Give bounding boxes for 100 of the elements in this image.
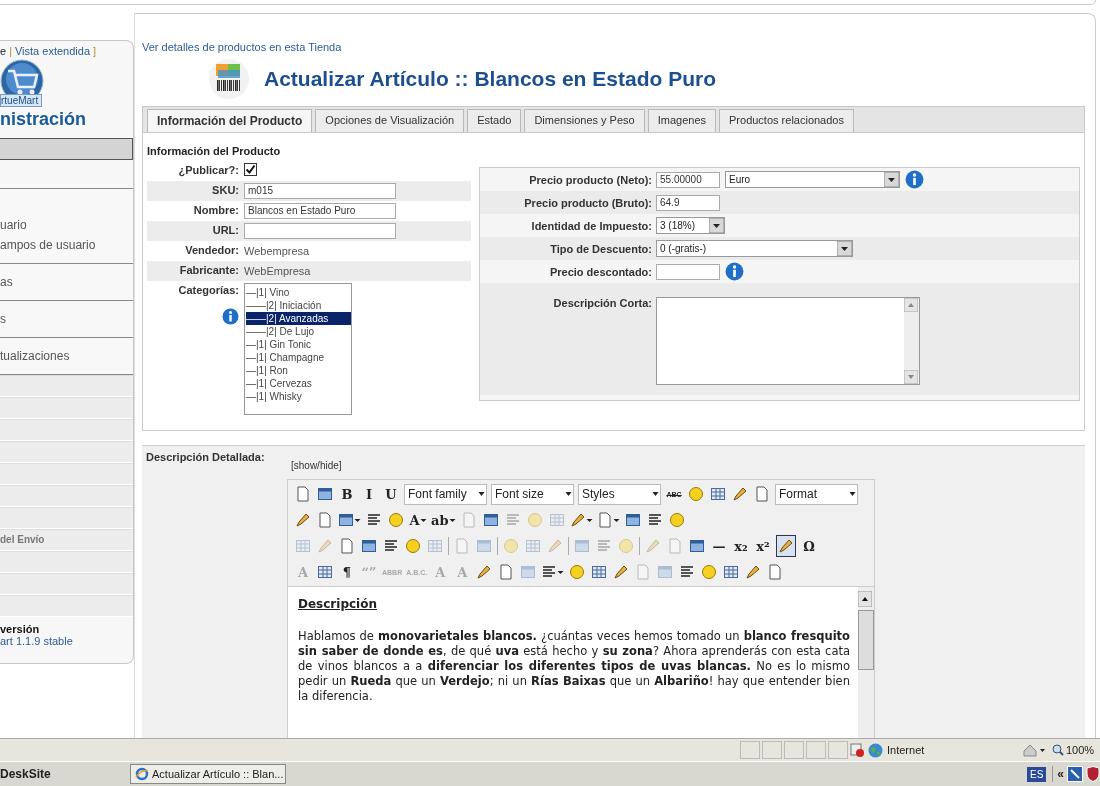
- format-button[interactable]: ¶: [338, 562, 356, 582]
- field-label: ¿Publicar?:: [178, 164, 239, 176]
- page-icon: [767, 564, 784, 580]
- shield-icon[interactable]: [1086, 766, 1100, 782]
- menu-item[interactable]: uario: [0, 215, 133, 235]
- list-option[interactable]: —|1| Champagne: [246, 351, 351, 364]
- language-indicator[interactable]: ES: [1026, 766, 1047, 782]
- lines-icon: [383, 538, 399, 554]
- start-button[interactable]: DeskSite: [0, 767, 124, 781]
- format-button[interactable]: U: [382, 484, 400, 504]
- up-arrow-icon[interactable]: [858, 591, 872, 607]
- text-field[interactable]: 64.9: [656, 194, 720, 211]
- checkbox[interactable]: [244, 163, 257, 176]
- tray-app-icon[interactable]: [1067, 766, 1083, 782]
- grid-icon: [548, 512, 565, 528]
- text-field[interactable]: Blancos en Estado Puro: [244, 203, 396, 219]
- format-button[interactable]: A: [409, 510, 427, 530]
- zoom-button[interactable]: 100%: [1052, 744, 1095, 757]
- format-button[interactable]: x₂: [732, 536, 750, 556]
- extended-view-link[interactable]: Vista extendida: [15, 45, 90, 57]
- circle-icon: [668, 512, 685, 528]
- list-option[interactable]: —|1| Gin Tonic: [246, 338, 351, 351]
- scrollbar[interactable]: [904, 298, 919, 384]
- page-icon: [754, 486, 770, 502]
- dropdown-arrow-icon[interactable]: [884, 172, 899, 187]
- lines-icon: [504, 512, 521, 528]
- list-option[interactable]: —|1| Whisky: [246, 390, 351, 403]
- format-button[interactable]: —: [710, 536, 728, 556]
- dropdown-arrow-icon[interactable]: [709, 218, 724, 233]
- text-field[interactable]: m015: [244, 183, 396, 199]
- field-label: Identidad de Impuesto:: [530, 219, 653, 232]
- menu-bar[interactable]: del Envío: [0, 529, 133, 551]
- toolbar-dropdown[interactable]: Font family: [404, 483, 487, 505]
- pencil-icon: [569, 512, 586, 528]
- menu-item[interactable]: as: [0, 272, 133, 292]
- menu-item[interactable]: tualizaciones: [0, 346, 133, 366]
- field-label: Descripción Detallada:: [146, 451, 266, 465]
- details-link[interactable]: Ver detalles de productos en esta Tienda: [142, 41, 1085, 53]
- protected-mode-icon[interactable]: [1022, 743, 1046, 758]
- tab[interactable]: Información del Producto: [147, 109, 313, 132]
- currency-select[interactable]: Euro: [725, 171, 900, 188]
- toolbar-dropdown[interactable]: Styles: [578, 483, 661, 505]
- list-option[interactable]: —|1| Cervezas: [246, 377, 351, 390]
- menu-item[interactable]: s: [0, 309, 133, 329]
- field-label: Precio descontado:: [548, 265, 653, 278]
- list-option[interactable]: ——|2| Avanzadas: [246, 312, 351, 325]
- window-icon: [338, 512, 354, 528]
- format-button[interactable]: ab: [431, 510, 456, 530]
- category-listbox[interactable]: —|1| Vino ——|2| Iniciación ——|2| Avanzadas ——|2| De Lujo —|1| Gin Tonic —|1| Champagne —|1| Ron —|1| Cervezas —|1| Whisky: [244, 283, 352, 415]
- circle-icon: [503, 538, 519, 554]
- down-arrow-icon[interactable]: [904, 370, 918, 384]
- format-button[interactable]: I: [360, 484, 378, 504]
- list-option[interactable]: —|1| Ron: [246, 364, 351, 377]
- list-option[interactable]: ——|2| Iniciación: [246, 299, 351, 312]
- pencil-icon: [778, 538, 794, 554]
- toolbar-dropdown[interactable]: Format: [775, 483, 858, 505]
- show-hide-link[interactable]: [show/hide]: [291, 460, 875, 471]
- circle-icon: [688, 486, 704, 502]
- circle-icon: [618, 538, 634, 554]
- tab[interactable]: Productos relacionados: [719, 109, 854, 132]
- text-field[interactable]: [244, 223, 396, 239]
- circle-icon: [405, 538, 421, 554]
- scroll-thumb[interactable]: [858, 610, 874, 670]
- lines-icon: [646, 512, 663, 528]
- text-area[interactable]: [656, 297, 920, 385]
- product-box-icon: [208, 58, 250, 100]
- field-value: WebEmpresa: [244, 265, 311, 277]
- select-field[interactable]: 0 (-gratis-): [656, 240, 853, 257]
- info-icon[interactable]: [725, 262, 744, 281]
- dropdown-arrow-icon[interactable]: [837, 241, 852, 256]
- toolbar-dropdown[interactable]: Font size: [491, 483, 574, 505]
- grid-icon: [295, 538, 311, 554]
- menu-item[interactable]: ampos de usuario: [0, 235, 133, 255]
- format-button[interactable]: B: [338, 484, 356, 504]
- format-button[interactable]: Ω: [800, 536, 818, 556]
- menu-bar[interactable]: [0, 138, 133, 160]
- toolbar-button[interactable]: [596, 510, 620, 530]
- grid-icon: [427, 538, 443, 554]
- taskbar-button[interactable]: Actualizar Artículo :: Blan...: [130, 764, 286, 784]
- tab[interactable]: Dimensiones y Peso: [524, 109, 645, 132]
- field-label: Vendedor:: [185, 244, 239, 256]
- pencil-icon: [317, 538, 333, 554]
- list-option[interactable]: ——|2| De Lujo: [246, 325, 351, 338]
- version-link[interactable]: art 1.1.9 stable: [0, 635, 133, 647]
- list-option[interactable]: —|1| Vino: [246, 286, 351, 299]
- text-field[interactable]: 55.00000: [656, 171, 720, 188]
- show-hidden-icons-button[interactable]: «: [1057, 767, 1064, 781]
- tab[interactable]: Opciones de Visualización: [315, 109, 465, 132]
- text-field[interactable]: [656, 263, 720, 280]
- scrollbar[interactable]: [858, 587, 874, 739]
- pencil-icon: [476, 564, 493, 580]
- toolbar-button[interactable]: [776, 535, 796, 557]
- info-icon[interactable]: [222, 308, 239, 325]
- select-field[interactable]: 3 (18%): [656, 217, 725, 234]
- info-icon[interactable]: [905, 170, 924, 189]
- format-button[interactable]: x²: [754, 536, 772, 556]
- tab[interactable]: Imagenes: [647, 109, 716, 132]
- tab[interactable]: Estado: [467, 109, 522, 132]
- page-icon: [460, 512, 477, 528]
- status-pane: [806, 741, 826, 760]
